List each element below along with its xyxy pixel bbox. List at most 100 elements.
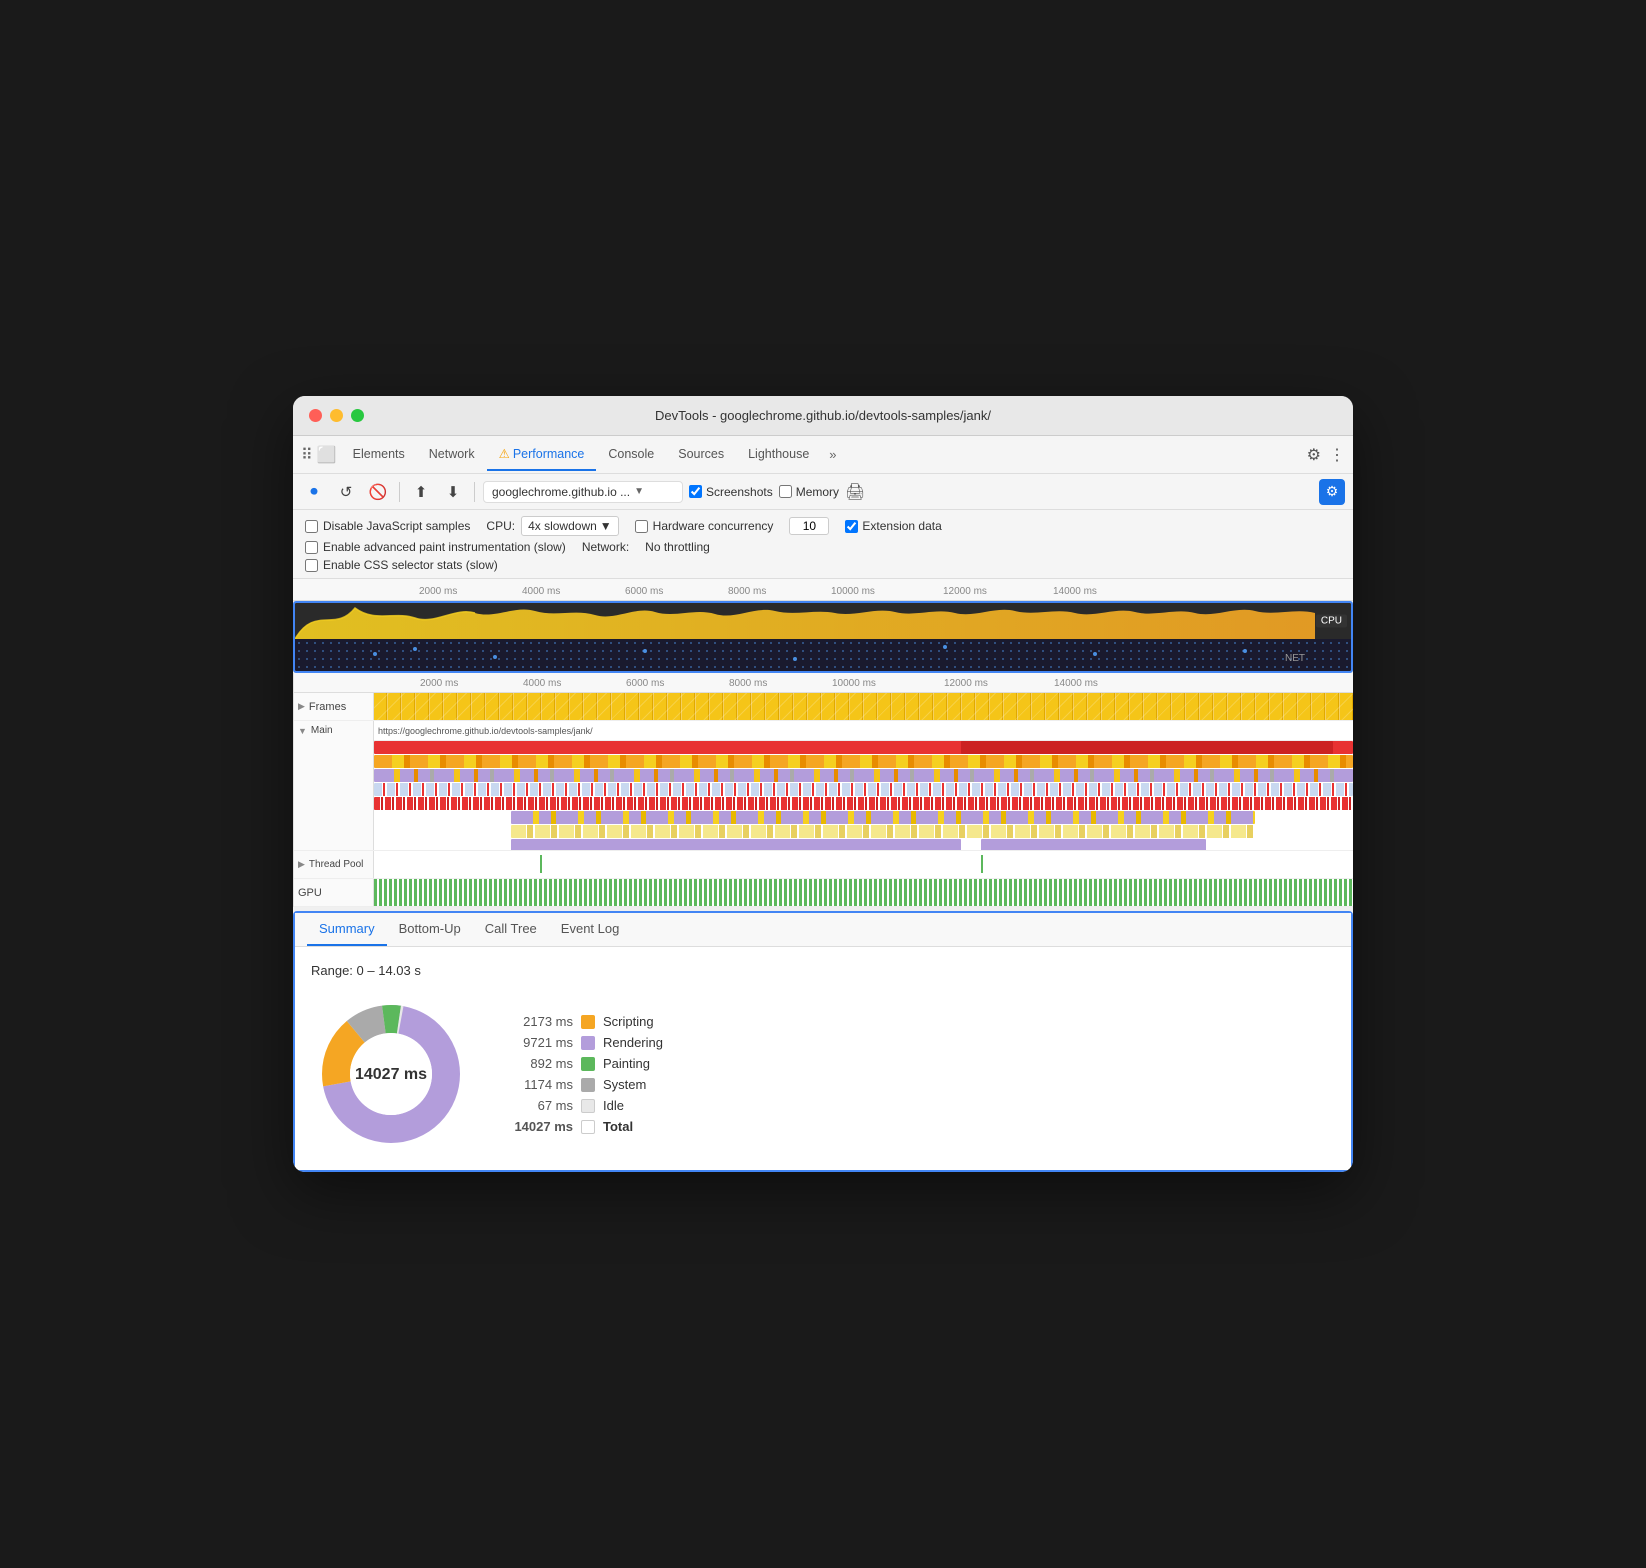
cpu-overview-row: CPU — [295, 603, 1351, 639]
clear-button[interactable]: 🚫 — [365, 479, 391, 505]
record-button[interactable]: ⏺ — [301, 479, 327, 505]
total-color — [581, 1120, 595, 1134]
tab-summary[interactable]: Summary — [307, 913, 387, 946]
cpu-label: CPU: — [486, 519, 515, 533]
scripting-label: Scripting — [603, 1014, 654, 1029]
titlebar: DevTools - googlechrome.github.io/devtoo… — [293, 396, 1353, 436]
rendering-label: Rendering — [603, 1035, 663, 1050]
flame-chart[interactable] — [374, 741, 1353, 850]
ruler-tick-3: 6000 ms — [625, 586, 663, 597]
warning-icon: ⚠ — [499, 447, 510, 461]
disable-js-checkbox[interactable] — [305, 520, 318, 533]
hw-concurrency-input[interactable]: 10 — [789, 517, 829, 535]
network-value: No throttling — [645, 540, 710, 554]
timeline-ruler: 2000 ms 4000 ms 6000 ms 8000 ms 10000 ms… — [294, 673, 1353, 693]
settings-blue-button[interactable]: ⚙ — [1319, 479, 1345, 505]
upload-button[interactable]: ⬆ — [408, 479, 434, 505]
thread-pool-content[interactable] — [374, 851, 1353, 878]
thread-pool-label: ▶ Thread Pool — [294, 851, 374, 878]
gpu-content[interactable] — [374, 879, 1353, 906]
separator-2 — [474, 482, 475, 502]
url-bar[interactable]: googlechrome.github.io ... ▼ — [483, 481, 683, 503]
maximize-button[interactable] — [351, 409, 364, 422]
flame-row-5 — [374, 797, 1353, 811]
enable-paint-label[interactable]: Enable advanced paint instrumentation (s… — [305, 540, 566, 554]
range-text: Range: 0 – 14.03 s — [311, 963, 1335, 978]
idle-value: 67 ms — [503, 1098, 573, 1113]
main-flame-wrapper — [294, 741, 1353, 850]
network-label: Network: — [582, 540, 629, 554]
legend-total: 14027 ms Total — [503, 1119, 663, 1134]
rendering-value: 9721 ms — [503, 1035, 573, 1050]
idle-color — [581, 1099, 595, 1113]
settings-row-3: Enable CSS selector stats (slow) — [305, 558, 1341, 572]
tab-console[interactable]: Console — [596, 439, 666, 471]
legend-system: 1174 ms System — [503, 1077, 663, 1092]
screenshots-label: Screenshots — [706, 485, 773, 499]
ruler-tick-7: 14000 ms — [1053, 586, 1097, 597]
separator-1 — [399, 482, 400, 502]
donut-total-ms: 14027 ms — [355, 1063, 427, 1085]
enable-paint-checkbox[interactable] — [305, 541, 318, 554]
flame-row-8 — [374, 839, 1353, 850]
minimize-button[interactable] — [330, 409, 343, 422]
extension-data-group: Extension data — [845, 519, 941, 533]
extension-data-checkbox[interactable] — [845, 520, 858, 533]
main-url: https://googlechrome.github.io/devtools-… — [374, 726, 1353, 736]
tab-event-log[interactable]: Event Log — [549, 913, 632, 946]
settings-icon[interactable]: ⚙ — [1307, 445, 1321, 465]
tab-performance[interactable]: ⚠Performance — [487, 438, 597, 471]
main-thread-row: ▼ Main https://googlechrome.github.io/de… — [294, 721, 1353, 851]
url-chevron: ▼ — [634, 486, 644, 497]
tab-network[interactable]: Network — [417, 439, 487, 471]
tab-lighthouse[interactable]: Lighthouse — [736, 439, 821, 471]
refresh-button[interactable]: ↺ — [333, 479, 359, 505]
main-thread-header: ▼ Main https://googlechrome.github.io/de… — [294, 721, 1353, 741]
top-ruler: 2000 ms 4000 ms 6000 ms 8000 ms 10000 ms… — [293, 579, 1353, 601]
overview-panel[interactable]: CPU NET — [293, 601, 1353, 673]
gpu-row: GPU — [294, 879, 1353, 907]
scripting-value: 2173 ms — [503, 1014, 573, 1029]
tab-more-button[interactable]: » — [821, 443, 844, 466]
close-button[interactable] — [309, 409, 322, 422]
screenshots-group: Screenshots — [689, 485, 773, 499]
hw-concurrency-label[interactable]: Hardware concurrency — [635, 519, 774, 533]
download-button[interactable]: ⬇ — [440, 479, 466, 505]
hw-concurrency-checkbox[interactable] — [635, 520, 648, 533]
memory-checkbox[interactable] — [779, 485, 792, 498]
flame-row-4 — [374, 783, 1353, 797]
enable-css-label[interactable]: Enable CSS selector stats (slow) — [305, 558, 498, 572]
flame-row-7 — [374, 825, 1353, 839]
cpu-badge: CPU — [1316, 615, 1347, 628]
thread-pool-marker-1 — [540, 855, 542, 873]
tab-sources[interactable]: Sources — [666, 439, 736, 471]
total-label: Total — [603, 1119, 633, 1134]
settings-bar: Disable JavaScript samples CPU: 4x slowd… — [293, 510, 1353, 579]
legend-scripting: 2173 ms Scripting — [503, 1014, 663, 1029]
frames-label: ▶ Frames — [294, 693, 374, 720]
window-title: DevTools - googlechrome.github.io/devtoo… — [655, 408, 991, 423]
painting-label: Painting — [603, 1056, 650, 1071]
enable-css-checkbox[interactable] — [305, 559, 318, 572]
thread-pool-arrow: ▶ — [298, 859, 305, 870]
dock-icon[interactable]: ⬜ — [317, 445, 337, 465]
toolbar: ⏺ ↺ 🚫 ⬆ ⬇ googlechrome.github.io ... ▼ S… — [293, 474, 1353, 510]
cpu-group: CPU: 4x slowdown ▼ — [486, 516, 618, 536]
donut-chart: 14027 ms — [311, 994, 471, 1154]
legend-idle: 67 ms Idle — [503, 1098, 663, 1113]
cpu-dropdown[interactable]: 4x slowdown ▼ — [521, 516, 619, 536]
tab-bottom-up[interactable]: Bottom-Up — [387, 913, 473, 946]
timeline-area: 2000 ms 4000 ms 6000 ms 8000 ms 10000 ms… — [293, 673, 1353, 907]
rendering-color — [581, 1036, 595, 1050]
frames-content[interactable] — [374, 693, 1353, 720]
donut-center: 14027 ms — [355, 1063, 427, 1085]
tab-call-tree[interactable]: Call Tree — [473, 913, 549, 946]
tab-elements[interactable]: Elements — [341, 439, 417, 471]
net-overview-row: NET — [295, 639, 1351, 673]
flame-row-6 — [374, 811, 1353, 825]
system-value: 1174 ms — [503, 1077, 573, 1092]
devtools-icon[interactable]: ⠿ — [301, 445, 313, 465]
menu-icon[interactable]: ⋮ — [1329, 445, 1345, 465]
screenshots-checkbox[interactable] — [689, 485, 702, 498]
disable-js-label[interactable]: Disable JavaScript samples — [305, 519, 470, 533]
